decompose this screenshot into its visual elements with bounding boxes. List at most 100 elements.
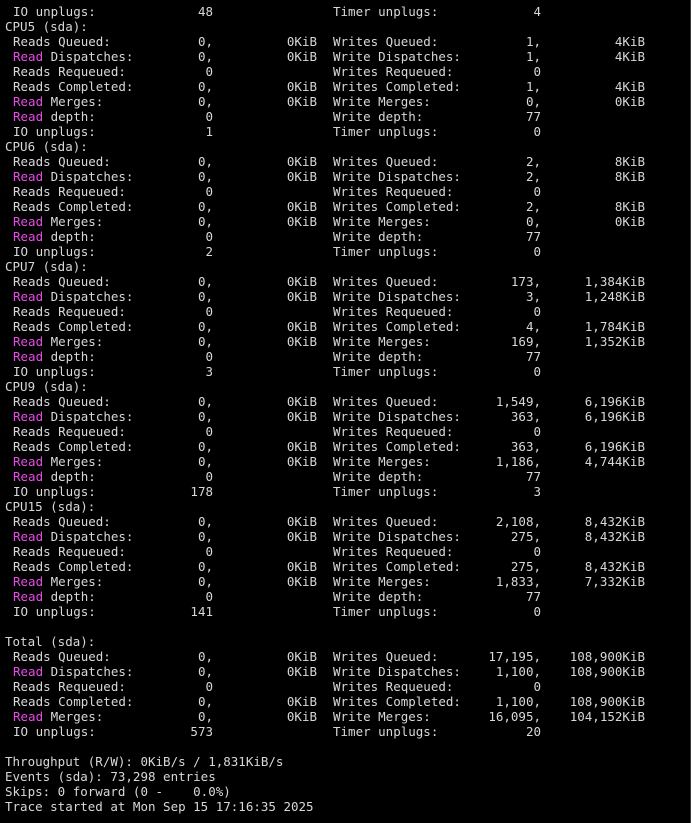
read-highlight-label: Read	[13, 334, 44, 349]
read-stat-text: Reads Queued:	[13, 34, 111, 49]
total-header: Total (sda):	[0, 634, 690, 649]
write-count: 1,100,	[495, 664, 541, 679]
stats-row: IO unplugs: 178 Timer unplugs: 3	[0, 484, 690, 499]
stats-row: IO unplugs: 48 Timer unplugs: 4	[0, 4, 690, 19]
write-count: 16,095,	[488, 709, 541, 724]
write-count: 1,833,	[495, 574, 541, 589]
stats-row: Read depth: 0 Write depth: 77	[0, 469, 690, 484]
read-size: 0KiB	[286, 394, 317, 409]
stats-row: Reads Completed: 0, 0KiB Writes Completed: 1…	[0, 79, 690, 94]
write-size: 104,152KiB	[569, 709, 645, 724]
read-stat-label: Reads Queued:	[13, 154, 111, 169]
read-highlight-label: Read	[13, 574, 44, 589]
write-size: 7,332KiB	[584, 574, 645, 589]
write-stat-label: Timer unplugs:	[333, 364, 439, 379]
write-count: 1,	[525, 79, 541, 94]
write-size: 8KiB	[614, 169, 645, 184]
read-stat-label: Read Merges:	[13, 334, 103, 349]
read-stat-text: Reads Completed:	[13, 319, 134, 334]
read-stat-label: Reads Requeued:	[13, 304, 126, 319]
read-count: 0,	[197, 154, 213, 169]
read-size: 0KiB	[286, 274, 317, 289]
stats-row: Reads Queued: 0, 0KiB Writes Queued: 17,195,…	[0, 649, 690, 664]
read-count: 0,	[197, 334, 213, 349]
write-count: 77	[525, 349, 541, 364]
stats-row: Read depth: 0 Write depth: 77	[0, 349, 690, 364]
write-stat-label: Write Dispatches:	[333, 169, 461, 184]
read-count: 0,	[197, 709, 213, 724]
write-count: 0	[533, 124, 541, 139]
read-count: 0,	[197, 514, 213, 529]
write-count: 0,	[525, 214, 541, 229]
read-size: 0KiB	[286, 49, 317, 64]
read-count: 0,	[197, 94, 213, 109]
read-size: 0KiB	[286, 289, 317, 304]
stats-row: Read Dispatches: 0, 0KiB Write Dispatches: 2…	[0, 169, 690, 184]
read-size: 0KiB	[286, 154, 317, 169]
read-stat-text: Reads Requeued:	[13, 544, 126, 559]
read-stat-label: Read Dispatches:	[13, 529, 133, 544]
read-count: 0,	[197, 664, 213, 679]
read-count: 0,	[197, 49, 213, 64]
summary-line: Throughput (R/W): 0KiB/s / 1,831KiB/s	[0, 754, 690, 769]
write-stat-label: Writes Requeued:	[333, 679, 454, 694]
read-highlight-label: Read	[13, 349, 44, 364]
write-size: 8KiB	[614, 154, 645, 169]
read-size: 0KiB	[286, 694, 317, 709]
write-stat-label: Writes Requeued:	[333, 424, 454, 439]
read-count: 0,	[197, 649, 213, 664]
read-count: 3	[205, 364, 213, 379]
write-count: 77	[525, 589, 541, 604]
write-count: 0	[533, 244, 541, 259]
write-count: 363,	[510, 439, 541, 454]
read-stat-text: Merges:	[43, 454, 104, 469]
write-stat-label: Write Dispatches:	[333, 49, 461, 64]
write-size: 4,744KiB	[584, 454, 645, 469]
read-stat-label: Reads Completed:	[13, 79, 133, 94]
read-stat-text: depth:	[43, 469, 96, 484]
read-size: 0KiB	[286, 199, 317, 214]
write-stat-label: Writes Requeued:	[333, 544, 454, 559]
read-stat-text: IO unplugs:	[13, 364, 96, 379]
read-stat-label: Read depth:	[13, 469, 96, 484]
write-stat-label: Write depth:	[333, 109, 424, 124]
read-stat-text: Reads Queued:	[13, 274, 111, 289]
read-size: 0KiB	[286, 529, 317, 544]
stats-row: Read Dispatches: 0, 0KiB Write Dispatches: 2…	[0, 529, 690, 544]
read-stat-text: Reads Requeued:	[13, 184, 126, 199]
read-count: 0	[205, 349, 213, 364]
read-stat-text: Reads Requeued:	[13, 64, 126, 79]
io-unplugs-value: 48	[197, 4, 213, 19]
write-stat-label: Writes Requeued:	[333, 184, 454, 199]
read-count: 0,	[197, 34, 213, 49]
read-stat-text: Reads Completed:	[13, 79, 134, 94]
cpu-header: CPU7 (sda):	[0, 259, 690, 274]
read-stat-text: Merges:	[43, 214, 104, 229]
stats-row: Read Merges: 0, 0KiB Write Merges: 169, 1,352…	[0, 334, 690, 349]
stats-row: Read Merges: 0, 0KiB Write Merges: 0, 0KiB	[0, 94, 690, 109]
read-highlight-label: Read	[13, 664, 44, 679]
read-stat-label: Reads Queued:	[13, 34, 111, 49]
write-size: 4KiB	[614, 49, 645, 64]
summary-text: Skips: 0 forward (0 - 0.0%)	[5, 784, 231, 799]
read-stat-label: IO unplugs:	[13, 484, 96, 499]
write-size: 8KiB	[614, 199, 645, 214]
stats-row: Reads Completed: 0, 0KiB Writes Completed: 4…	[0, 319, 690, 334]
read-count: 0,	[197, 439, 213, 454]
read-stat-text: Merges:	[43, 709, 104, 724]
read-count: 0,	[197, 319, 213, 334]
write-stat-label: Write Merges:	[333, 574, 431, 589]
write-count: 17,195,	[488, 649, 541, 664]
read-count: 0,	[197, 214, 213, 229]
write-stat-label: Timer unplugs:	[333, 124, 439, 139]
write-stat-label: Write depth:	[333, 469, 424, 484]
read-stat-label: Reads Requeued:	[13, 64, 126, 79]
stats-row: Reads Queued: 0, 0KiB Writes Queued: 1,549, 6…	[0, 394, 690, 409]
write-stat-label: Writes Queued:	[333, 274, 439, 289]
cpu-header-text: CPU6 (sda):	[5, 139, 88, 154]
write-stat-label: Write depth:	[333, 589, 424, 604]
terminal-window[interactable]: IO unplugs: 48 Timer unplugs: 4 CPU5 (sda): R…	[0, 0, 691, 823]
read-stat-label: Read depth:	[13, 229, 96, 244]
read-highlight-label: Read	[13, 454, 44, 469]
stats-row: IO unplugs: 2 Timer unplugs: 0	[0, 244, 690, 259]
